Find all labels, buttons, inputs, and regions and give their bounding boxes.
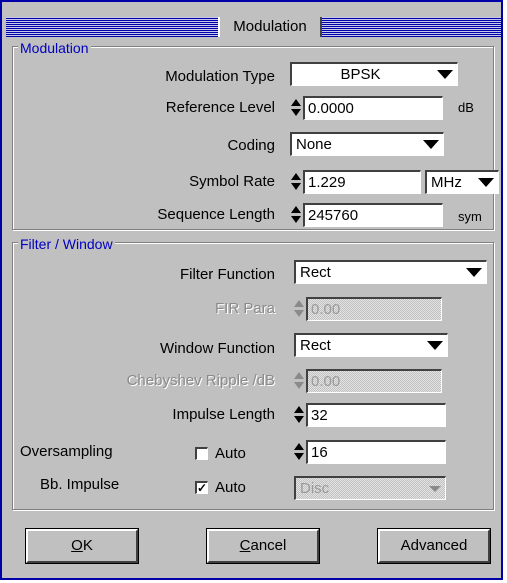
filter-window-group-title: Filter / Window bbox=[18, 236, 115, 252]
oversampling-input[interactable]: 16 bbox=[306, 440, 446, 464]
impulse-length-spinner[interactable] bbox=[293, 404, 305, 426]
bb-impulse-auto-label[interactable]: Auto bbox=[215, 477, 246, 499]
filter-function-value: Rect bbox=[300, 264, 331, 281]
chebyshev-ripple-spinner bbox=[293, 370, 305, 392]
impulse-length-label: Impulse Length bbox=[172, 406, 275, 423]
filter-function-label: Filter Function bbox=[179, 266, 275, 283]
bb-impulse-select: Disc bbox=[294, 476, 446, 500]
modulation-type-select[interactable]: BPSK bbox=[290, 62, 458, 86]
chebyshev-ripple-input: 0.00 bbox=[306, 369, 442, 393]
modulation-group-title: Modulation bbox=[18, 40, 91, 56]
fir-para-input: 0.00 bbox=[306, 297, 442, 321]
sequence-length-spinner[interactable] bbox=[290, 204, 302, 226]
window-function-select[interactable]: Rect bbox=[294, 333, 448, 357]
fir-para-label: FIR Para bbox=[214, 300, 275, 317]
fir-para-spinner bbox=[293, 298, 305, 320]
symbol-rate-unit-select[interactable]: MHz bbox=[425, 170, 499, 194]
oversampling-auto-checkbox[interactable] bbox=[195, 447, 208, 460]
chebyshev-ripple-label: Chebyshev Ripple /dB bbox=[126, 372, 275, 389]
ok-button[interactable]: OK bbox=[26, 529, 138, 563]
coding-label: Coding bbox=[227, 137, 275, 154]
impulse-length-input[interactable]: 32 bbox=[306, 403, 446, 427]
reference-level-label: Reference Level bbox=[165, 99, 275, 116]
reference-level-unit: dB bbox=[458, 100, 474, 115]
symbol-rate-label: Symbol Rate bbox=[189, 173, 275, 190]
bb-impulse-auto-checkbox[interactable]: ✓ bbox=[195, 481, 208, 494]
cancel-button[interactable]: Cancel bbox=[207, 529, 319, 563]
symbol-rate-unit-value: MHz bbox=[431, 174, 462, 191]
oversampling-auto-label[interactable]: Auto bbox=[215, 443, 246, 465]
chevron-down-icon[interactable] bbox=[423, 140, 439, 149]
sequence-length-input[interactable]: 245760 bbox=[303, 203, 443, 227]
sequence-length-unit: sym bbox=[458, 209, 482, 224]
window-title: Modulation bbox=[218, 17, 322, 37]
modulation-type-label: Modulation Type bbox=[165, 68, 275, 85]
chevron-down-icon[interactable] bbox=[478, 178, 494, 187]
modulation-type-value: BPSK bbox=[340, 66, 381, 83]
chevron-down-icon[interactable] bbox=[427, 341, 443, 350]
chevron-down-icon bbox=[429, 486, 441, 492]
oversampling-label: Oversampling bbox=[20, 443, 113, 460]
coding-value: None bbox=[296, 136, 332, 153]
bb-impulse-label: Bb. Impulse bbox=[40, 476, 120, 493]
chevron-down-icon[interactable] bbox=[466, 268, 482, 277]
modulation-dialog: Modulation Modulation Modulation Type BP… bbox=[0, 0, 503, 580]
bb-impulse-value: Disc bbox=[300, 480, 330, 497]
symbol-rate-spinner[interactable] bbox=[290, 171, 302, 193]
window-function-label: Window Function bbox=[159, 340, 275, 357]
filter-function-select[interactable]: Rect bbox=[294, 260, 487, 284]
chevron-down-icon[interactable] bbox=[437, 70, 453, 79]
window-function-value: Rect bbox=[300, 337, 331, 354]
advanced-button[interactable]: Advanced bbox=[378, 529, 490, 563]
coding-select[interactable]: None bbox=[290, 132, 444, 156]
reference-level-input[interactable]: 0.0000 bbox=[303, 96, 443, 120]
reference-level-spinner[interactable] bbox=[290, 97, 302, 119]
symbol-rate-input[interactable]: 1.229 bbox=[303, 170, 421, 194]
oversampling-spinner[interactable] bbox=[293, 441, 305, 463]
title-bar[interactable]: Modulation bbox=[6, 17, 501, 37]
sequence-length-label: Sequence Length bbox=[157, 206, 275, 223]
